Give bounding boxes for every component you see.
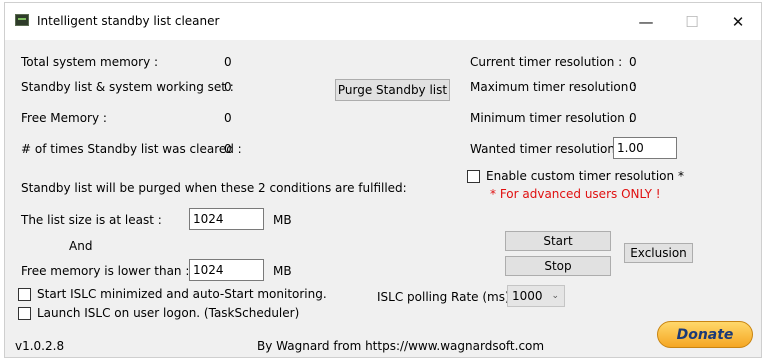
cleared-count-value: 0 [224, 142, 232, 156]
app-window: Intelligent standby list cleaner — ☐ ✕ T… [4, 2, 762, 358]
polling-rate-select[interactable]: 1000 ⌄ [507, 285, 565, 307]
free-lower-unit: MB [273, 264, 292, 278]
polling-rate-value: 1000 [512, 289, 543, 303]
standby-label: Standby list & system working set : [21, 80, 234, 94]
and-label: And [69, 239, 93, 253]
minimize-icon[interactable]: — [623, 3, 669, 40]
credit-label: By Wagnard from https://www.wagnardsoft.… [257, 339, 545, 353]
min-timer-label: Minimum timer resolution : [470, 111, 633, 125]
stop-button[interactable]: Stop [505, 256, 611, 276]
standby-value: 0 [224, 80, 232, 94]
launch-logon-checkbox[interactable] [18, 307, 31, 320]
free-memory-label: Free Memory : [21, 111, 107, 125]
current-timer-label: Current timer resolution : [470, 55, 623, 69]
close-icon[interactable]: ✕ [715, 3, 761, 40]
start-button[interactable]: Start [505, 231, 611, 251]
custom-timer-label[interactable]: Enable custom timer resolution * [486, 169, 684, 183]
wanted-timer-input[interactable]: 1.00 [613, 137, 677, 159]
list-size-unit: MB [273, 213, 292, 227]
wanted-timer-label: Wanted timer resolution : [470, 142, 623, 156]
list-size-label: The list size is at least : [21, 213, 162, 227]
max-timer-label: Maximum timer resolution : [470, 80, 637, 94]
window-title: Intelligent standby list cleaner [37, 14, 220, 28]
polling-rate-label: ISLC polling Rate (ms): [377, 290, 514, 304]
start-minimized-checkbox[interactable] [18, 288, 31, 301]
advanced-warning: * For advanced users ONLY ! [490, 187, 661, 201]
exclusion-button[interactable]: Exclusion [624, 243, 693, 263]
version-label: v1.0.2.8 [15, 339, 65, 353]
min-timer-value: 0 [629, 111, 637, 125]
launch-logon-label[interactable]: Launch ISLC on user logon. (TaskSchedule… [37, 306, 299, 320]
title-bar: Intelligent standby list cleaner — ☐ ✕ [5, 3, 761, 40]
cleared-count-label: # of times Standby list was cleared : [21, 142, 242, 156]
free-lower-input[interactable]: 1024 [189, 259, 264, 281]
total-memory-value: 0 [224, 55, 232, 69]
app-icon [15, 14, 29, 26]
list-size-input[interactable]: 1024 [189, 208, 264, 230]
maximize-icon[interactable]: ☐ [669, 3, 715, 40]
chevron-down-icon: ⌄ [551, 291, 559, 301]
free-lower-label: Free memory is lower than : [21, 264, 190, 278]
max-timer-value: 0 [629, 80, 637, 94]
donate-button[interactable]: Donate [657, 321, 753, 348]
current-timer-value: 0 [629, 55, 637, 69]
total-memory-label: Total system memory : [21, 55, 159, 69]
free-memory-value: 0 [224, 111, 232, 125]
start-minimized-label[interactable]: Start ISLC minimized and auto-Start moni… [37, 287, 327, 301]
custom-timer-checkbox[interactable] [467, 170, 480, 183]
conditions-text: Standby list will be purged when these 2… [21, 181, 407, 195]
purge-standby-button[interactable]: Purge Standby list [335, 79, 450, 101]
